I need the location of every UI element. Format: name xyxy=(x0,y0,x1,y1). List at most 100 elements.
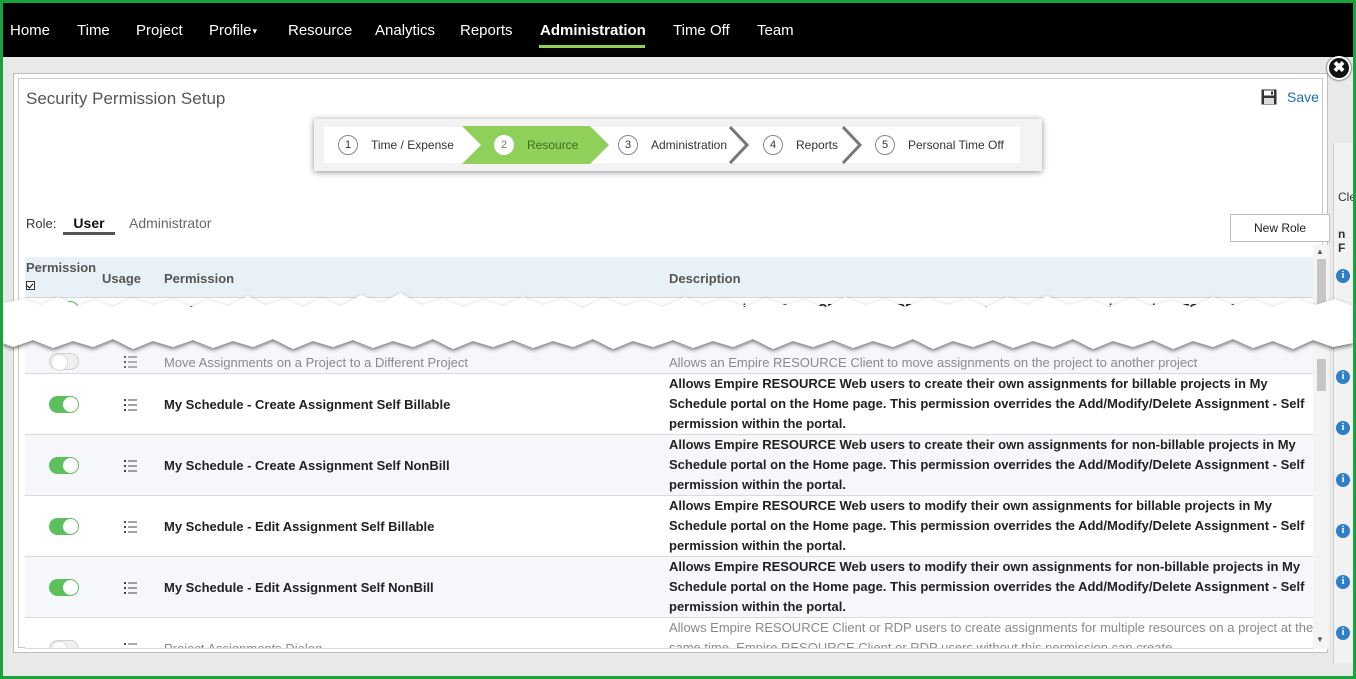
table-row: My Schedule - Create Assignment Self Bil… xyxy=(25,374,1313,435)
permission-toggle[interactable] xyxy=(49,579,79,596)
role-label: Role: xyxy=(26,216,57,231)
nav-time-off[interactable]: Time Off xyxy=(673,22,730,39)
permission-name: My Schedule - Edit Assignment Self Billa… xyxy=(164,519,435,534)
scroll-up-icon[interactable]: ▲ xyxy=(1316,247,1324,256)
wizard-step-1[interactable]: 1 Time / Expense xyxy=(338,127,454,163)
permission-toggle[interactable] xyxy=(49,396,79,413)
scroll-thumb[interactable] xyxy=(1317,359,1326,391)
column-header-description: Description xyxy=(669,271,741,286)
table-row: My Schedule - Create Assignment Self Non… xyxy=(25,435,1313,496)
permission-description: Allows Empire RESOURCE Web users to modi… xyxy=(669,498,1305,553)
active-nav-indicator xyxy=(539,45,645,48)
info-icon[interactable]: i xyxy=(1336,269,1350,283)
security-permission-modal: Security Permission Setup Save 1 Time / … xyxy=(13,73,1330,653)
new-role-button[interactable]: New Role xyxy=(1230,214,1330,242)
step-label: Time / Expense xyxy=(371,138,454,152)
permission-description: Allows an Empire RESOURCE Client to move… xyxy=(669,355,1198,370)
info-icon[interactable]: i xyxy=(1336,626,1350,640)
table-row: Access Project View Allows Empire RESOUR… xyxy=(25,298,1313,338)
list-icon[interactable] xyxy=(124,643,137,649)
table-row: Project Assignments Dialog Allows Empire… xyxy=(25,618,1313,649)
wizard-step-5[interactable]: 5 Personal Time Off xyxy=(875,127,1004,163)
info-icon[interactable]: i xyxy=(1336,473,1350,487)
list-icon[interactable] xyxy=(124,356,137,368)
select-all-checkbox[interactable] xyxy=(26,281,35,290)
step-separator-icon xyxy=(841,126,863,164)
permission-name: Move Assignments on a Project to a Diffe… xyxy=(164,355,468,370)
role-tab-administrator[interactable]: Administrator xyxy=(129,215,211,231)
permission-toggle[interactable] xyxy=(49,457,79,474)
table-row: My Schedule - Edit Assignment Self Billa… xyxy=(25,496,1313,557)
wizard-steps: 1 Time / Expense 2 Resource 3 Administra… xyxy=(314,119,1042,171)
table-header: Permission Usage Permission Description xyxy=(25,257,1313,298)
step-label: Reports xyxy=(796,138,839,152)
table-row: Move Assignments on a Project to a Diffe… xyxy=(25,338,1313,374)
wizard-step-4[interactable]: 4 Reports xyxy=(763,127,838,163)
nav-profile-label: Profile xyxy=(209,22,252,39)
info-icon[interactable]: i xyxy=(1336,524,1350,538)
modal-title: Security Permission Setup xyxy=(26,89,226,108)
background-text: n F xyxy=(1338,227,1346,255)
background-text: Cle xyxy=(1338,190,1356,204)
list-icon[interactable] xyxy=(124,582,137,594)
permission-name: My Schedule - Create Assignment Self Bil… xyxy=(164,397,451,412)
nav-analytics[interactable]: Analytics xyxy=(375,22,435,39)
permission-name: My Schedule - Create Assignment Self Non… xyxy=(164,458,450,473)
step-label: Resource xyxy=(527,138,579,152)
nav-home[interactable]: Home xyxy=(10,22,50,39)
floppy-disk-icon xyxy=(1261,89,1277,105)
nav-time[interactable]: Time xyxy=(77,22,110,39)
wizard-track: 1 Time / Expense 2 Resource 3 Administra… xyxy=(324,126,1020,164)
list-icon[interactable] xyxy=(124,521,137,533)
column-header-permission-toggle: Permission xyxy=(26,260,97,275)
list-icon[interactable] xyxy=(124,303,137,315)
permission-toggle[interactable] xyxy=(49,353,79,371)
table-scrollbar[interactable]: ▲ ▼ xyxy=(1313,245,1329,649)
permission-name: Project Assignments Dialog xyxy=(164,641,323,649)
wizard-step-2[interactable]: 2 Resource xyxy=(494,127,578,163)
chevron-down-icon: ▾ xyxy=(252,26,258,36)
nav-reports[interactable]: Reports xyxy=(460,22,513,39)
nav-project[interactable]: Project xyxy=(136,22,183,39)
info-icon[interactable]: i xyxy=(1336,421,1350,435)
top-navigation: Home Time Project Profile▾ Resource Anal… xyxy=(3,3,1353,57)
nav-administration[interactable]: Administration xyxy=(540,22,646,39)
step-number: 1 xyxy=(338,135,358,155)
table-row: My Schedule - Edit Assignment Self NonBi… xyxy=(25,557,1313,618)
permission-description: Allows Empire RESOURCE Web users to crea… xyxy=(669,437,1305,492)
nav-resource[interactable]: Resource xyxy=(288,22,352,39)
step-label: Administration xyxy=(651,138,728,152)
column-header-usage: Usage xyxy=(102,271,142,286)
step-number: 4 xyxy=(763,135,783,155)
screenshot-frame: Home Time Project Profile▾ Resource Anal… xyxy=(0,0,1356,679)
step-separator-icon xyxy=(728,126,750,164)
permission-description: Allows Empire RESOURCE Web users to modi… xyxy=(669,559,1305,614)
list-icon[interactable] xyxy=(124,460,137,472)
save-button[interactable]: Save xyxy=(1261,89,1319,105)
scroll-down-icon[interactable]: ▼ xyxy=(1316,635,1324,644)
nav-profile[interactable]: Profile▾ xyxy=(209,22,257,39)
permission-description: Allows Empire RESOURCE Client or RDP use… xyxy=(669,620,1313,649)
permission-description: Allows Empire RESOURCE Client or RDP use… xyxy=(669,301,1246,316)
info-icon[interactable]: i xyxy=(1336,575,1350,589)
step-number: 2 xyxy=(494,135,514,155)
step-number: 3 xyxy=(618,135,638,155)
permission-name: My Schedule - Edit Assignment Self NonBi… xyxy=(164,580,434,595)
info-icon[interactable]: i xyxy=(1336,370,1350,384)
close-icon[interactable]: ✖ xyxy=(1327,56,1351,80)
scroll-thumb[interactable] xyxy=(1317,259,1326,307)
column-header-permission[interactable]: Permission xyxy=(164,271,234,286)
wizard-step-3[interactable]: 3 Administration xyxy=(618,127,727,163)
save-label: Save xyxy=(1287,89,1319,105)
permission-toggle[interactable] xyxy=(49,518,79,535)
permission-description: Allows Empire RESOURCE Web users to crea… xyxy=(669,376,1305,431)
permission-toggle[interactable] xyxy=(49,640,79,648)
modal-body: Security Permission Setup Save 1 Time / … xyxy=(18,78,1330,649)
list-icon[interactable] xyxy=(124,399,137,411)
permission-toggle[interactable] xyxy=(49,301,79,318)
step-number: 5 xyxy=(875,135,895,155)
permission-name: Access Project View xyxy=(164,301,291,316)
role-tab-user[interactable]: User xyxy=(63,209,115,235)
nav-team[interactable]: Team xyxy=(757,22,794,39)
info-icon[interactable]: i xyxy=(1336,303,1350,317)
